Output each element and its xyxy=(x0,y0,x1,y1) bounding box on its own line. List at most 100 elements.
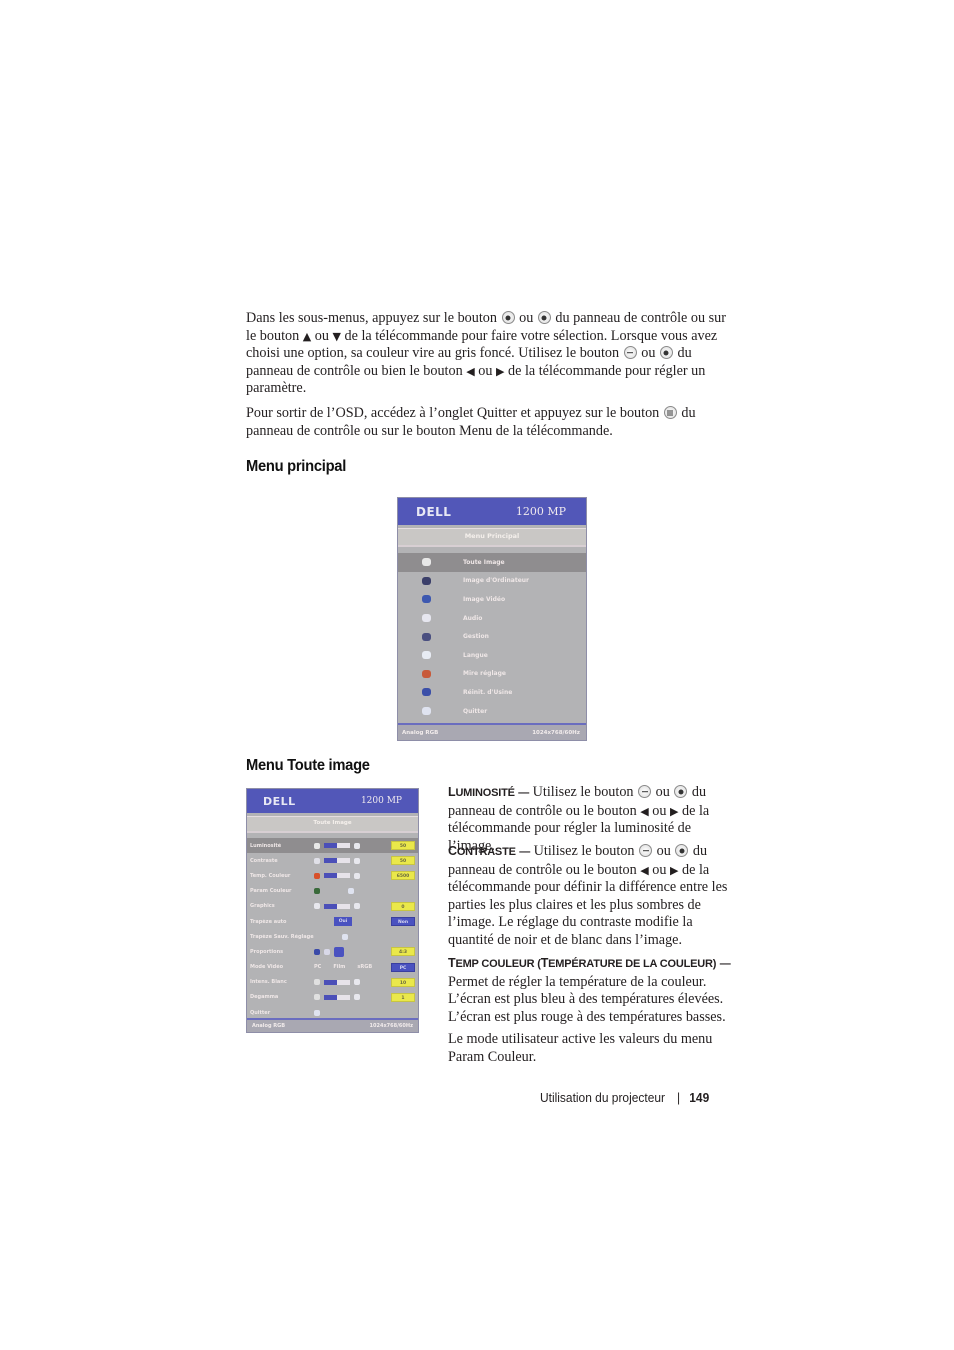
osd-header: DELL 1200 MP xyxy=(247,789,418,813)
text: Permet de régler la température de la co… xyxy=(448,973,726,1025)
page-footer: Utilisation du projecteur | 149 xyxy=(540,1090,709,1105)
osd-setting-label: Intens. Blanc xyxy=(250,979,287,986)
osd-menu-item: Image d'Ordinateur xyxy=(398,572,586,591)
term-contraste: CONTRASTE xyxy=(448,844,516,858)
right-arrow-icon: ▶ xyxy=(670,804,679,818)
osd-status-bar: Analog RGB 1024x768/60Hz xyxy=(247,1018,418,1032)
select-button-icon xyxy=(501,311,515,324)
resolution-label: 1024x768/60Hz xyxy=(369,1023,413,1029)
text: ou xyxy=(652,802,667,819)
setting-min-icon xyxy=(314,979,320,986)
heading-menu-principal: Menu principal xyxy=(246,458,347,475)
osd-menu-item: Réinit. d'Usine xyxy=(398,683,586,702)
osd-menu-item: Image Vidéo xyxy=(398,590,586,609)
setting-max-icon xyxy=(354,979,360,986)
osd-toute-image-screenshot: DELL 1200 MP Toute Image Luminosité 50 Con… xyxy=(246,788,419,1033)
text: ou xyxy=(314,327,329,344)
osd-setting-control xyxy=(314,872,392,879)
term-char: P xyxy=(471,958,479,970)
osd-setting-label: Param Couleur xyxy=(250,888,292,895)
minus-button-icon xyxy=(639,844,653,857)
setting-value: 50 xyxy=(391,856,415,866)
setting-value: 1 xyxy=(391,992,415,1002)
em-dash: — xyxy=(518,787,530,799)
osd-menu-list: Toute Image Image d'Ordinateur Image Vidéo… xyxy=(398,553,586,720)
text: Pour sortir de l’OSD, accédez à l’onglet… xyxy=(246,405,660,421)
setting-value: Non xyxy=(391,917,415,927)
term-char: U xyxy=(518,958,527,970)
osd-menu-item-label: Quitter xyxy=(463,707,488,715)
osd-setting-label: Quitter xyxy=(250,1009,271,1016)
left-arrow-icon: ◀ xyxy=(466,364,475,378)
term-luminosite: LUMINOSITÉ xyxy=(448,785,515,799)
left-arrow-icon: ◀ xyxy=(640,863,649,877)
right-arrow-icon: ▶ xyxy=(670,863,679,877)
setting-slider xyxy=(324,994,350,1000)
contraste-description: CONTRASTE — Utilisez le bouton ou du pan… xyxy=(448,843,740,950)
osd-setting-label: Mode Vidéo xyxy=(250,964,284,971)
text: Dans les sous-menus, appuyez sur le bout… xyxy=(246,310,497,326)
osd-menu-item-label: Langue xyxy=(463,651,488,659)
language-icon xyxy=(422,651,431,660)
footer-separator: | xyxy=(676,1090,681,1105)
factory-reset-icon xyxy=(422,688,431,697)
setting-max-icon xyxy=(354,994,360,1001)
osd-setting-row: Temp. Couleur 6500 xyxy=(247,868,418,883)
osd-setting-label: Trapèze Sauv. Réglage xyxy=(250,933,314,940)
text: ou xyxy=(656,843,671,859)
setting-value: PC xyxy=(391,962,415,972)
osd-setting-control xyxy=(314,933,392,940)
minus-button-icon xyxy=(638,785,652,798)
setting-slider xyxy=(324,873,350,879)
submenu-arrow-icon xyxy=(348,888,354,895)
dell-logo: DELL xyxy=(263,794,296,808)
setting-slider xyxy=(324,979,350,985)
term-char: D xyxy=(625,958,634,970)
right-arrow-icon: ▶ xyxy=(495,364,505,378)
setting-option: sRGB xyxy=(357,964,373,971)
osd-setting-row: Luminosité 50 xyxy=(247,838,418,854)
setting-min-icon xyxy=(314,842,320,849)
term-char: U xyxy=(675,958,684,970)
computer-icon xyxy=(422,576,431,585)
osd-title: Toute Image xyxy=(247,816,418,833)
section-title: Utilisation du projecteur xyxy=(540,1090,665,1105)
term-char: C xyxy=(659,958,668,970)
setting-slider xyxy=(324,903,350,909)
term-initial: C xyxy=(448,844,457,858)
video-icon xyxy=(422,595,431,604)
temp-couleur-description: TEMP COULEUR (TEMPÉRATURE DE LA COULEUR)… xyxy=(448,955,740,1026)
text: ou xyxy=(519,310,534,326)
setting-value: 6500 xyxy=(391,871,415,881)
osd-setting-label: Contraste xyxy=(250,857,278,864)
plus-button-icon xyxy=(659,346,673,360)
osd-menu-item: Mire réglage xyxy=(398,665,586,684)
setting-min-icon xyxy=(314,903,320,910)
osd-setting-control xyxy=(314,994,392,1001)
term-char: E xyxy=(455,958,463,970)
aspect-ratio-selected-icon xyxy=(334,946,344,957)
test-pattern-icon xyxy=(422,669,431,678)
osd-setting-row: Graphics 0 xyxy=(247,899,418,914)
submenu-arrow-icon xyxy=(342,933,348,940)
em-dash: — xyxy=(519,846,531,858)
heading-menu-toute-image: Menu Toute image xyxy=(246,757,370,774)
setting-value: 50 xyxy=(391,841,415,851)
osd-setting-row: Contraste 50 xyxy=(247,853,418,868)
term-char: U xyxy=(697,958,706,970)
aspect-ratio-icon xyxy=(324,948,330,955)
aspect-ratio-icon xyxy=(314,948,320,955)
osd-setting-control xyxy=(314,857,392,864)
term-rest: UMINOSITÉ xyxy=(455,787,515,799)
osd-setting-row: Param Couleur xyxy=(247,884,418,899)
osd-setting-row: Trapèze auto Oui Non xyxy=(247,914,418,929)
term-char: R xyxy=(705,958,713,970)
setting-min-icon xyxy=(314,994,320,1001)
osd-menu-item-label: Gestion xyxy=(463,633,489,641)
source-label: Analog RGB xyxy=(252,1023,286,1029)
osd-menu-item-label: Mire réglage xyxy=(463,670,506,678)
osd-setting-row: Trapèze Sauv. Réglage xyxy=(247,929,418,944)
setting-value: 4:3 xyxy=(391,947,415,957)
text: Utilisez le bouton xyxy=(533,843,635,859)
setting-value: 10 xyxy=(391,977,415,987)
